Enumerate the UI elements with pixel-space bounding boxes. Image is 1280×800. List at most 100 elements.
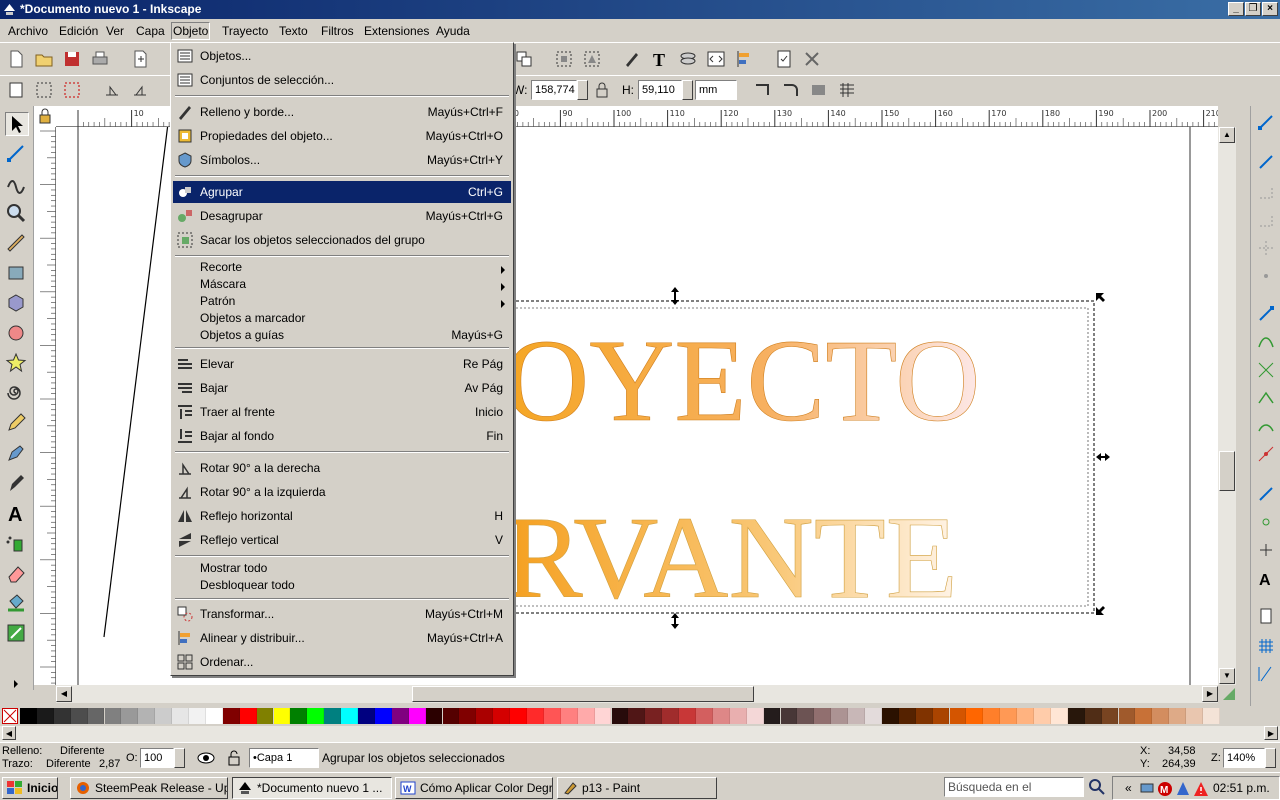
swatch-none[interactable] xyxy=(2,708,18,724)
menu-ver[interactable]: Ver xyxy=(104,23,126,39)
menu-item-objetos-marcador[interactable]: Objetos a marcador xyxy=(173,310,511,327)
color-swatch[interactable] xyxy=(594,708,612,724)
color-swatch[interactable] xyxy=(628,708,646,724)
color-swatch[interactable] xyxy=(391,708,409,724)
color-swatch[interactable] xyxy=(290,708,308,724)
zoom-spinner[interactable] xyxy=(1265,748,1276,768)
snap-nodes-icon[interactable] xyxy=(1256,304,1276,324)
color-swatch[interactable] xyxy=(476,708,494,724)
color-swatch[interactable] xyxy=(493,708,511,724)
move-gradients-icon[interactable] xyxy=(809,80,829,100)
menu-item-recorte[interactable]: Recorte xyxy=(173,259,511,276)
color-swatch[interactable] xyxy=(36,708,54,724)
node-tool[interactable] xyxy=(5,142,29,166)
snap-cusp-nodes-icon[interactable] xyxy=(1256,388,1276,408)
canvas-text-line1[interactable]: OYECTO xyxy=(504,315,981,447)
snap-paths-icon[interactable] xyxy=(1256,332,1276,352)
menu-item-objetos-guias[interactable]: Objetos a guías Mayús+G xyxy=(173,327,511,344)
menu-item-alinear-distribuir[interactable]: Alinear y distribuir... Mayús+Ctrl+A xyxy=(173,627,511,649)
color-swatch[interactable] xyxy=(442,708,460,724)
color-swatch[interactable] xyxy=(1067,708,1085,724)
color-swatch[interactable] xyxy=(1203,708,1220,724)
zoom-selection-icon[interactable] xyxy=(554,49,574,69)
menu-item-desbloquear-todo[interactable]: Desbloquear todo xyxy=(173,577,511,594)
print-icon[interactable] xyxy=(90,49,110,69)
color-swatch[interactable] xyxy=(374,708,392,724)
network-icon[interactable] xyxy=(1139,781,1155,797)
snap-line-midpoints-icon[interactable] xyxy=(1256,444,1276,464)
color-swatch[interactable] xyxy=(865,708,882,724)
opacity-spinner[interactable] xyxy=(174,748,185,768)
color-swatch[interactable] xyxy=(966,708,984,724)
star-tool[interactable] xyxy=(5,352,29,376)
menu-archivo[interactable]: Archivo xyxy=(6,23,50,39)
color-swatch[interactable] xyxy=(1152,708,1170,724)
color-swatch[interactable] xyxy=(104,708,122,724)
color-swatch[interactable] xyxy=(408,708,426,724)
menu-item-propiedades-objeto[interactable]: Propiedades del objeto... Mayús+Ctrl+O xyxy=(173,125,511,147)
menu-item-rotar-derecha[interactable]: Rotar 90° a la derecha xyxy=(173,457,511,479)
canvas-text-line2[interactable]: RVANTE xyxy=(504,492,958,624)
search-icon[interactable] xyxy=(1088,778,1106,796)
snap-page-border-icon[interactable] xyxy=(1256,606,1276,626)
color-swatch[interactable] xyxy=(527,708,544,724)
snap-object-centers-icon[interactable] xyxy=(1256,512,1276,532)
toolbox-expand-arrow[interactable] xyxy=(10,678,24,690)
color-swatch[interactable] xyxy=(1084,708,1102,724)
clock[interactable]: 02:51 p.m. xyxy=(1213,781,1270,795)
menu-item-transformar[interactable]: Transformar... Mayús+Ctrl+M xyxy=(173,603,511,625)
vertical-scroll-thumb[interactable] xyxy=(1219,451,1235,491)
color-swatch[interactable] xyxy=(239,708,257,724)
snap-bbox-edges-icon[interactable] xyxy=(1256,182,1276,202)
xml-editor-icon[interactable] xyxy=(706,49,726,69)
scroll-down-button[interactable]: ▼ xyxy=(1219,668,1235,684)
box3d-tool[interactable] xyxy=(5,292,29,316)
vertical-scrollbar[interactable]: ▲ ▼ xyxy=(1218,127,1236,685)
snap-bbox-icon[interactable] xyxy=(1256,152,1276,172)
snap-toggle-icon[interactable] xyxy=(1256,112,1276,132)
color-swatch[interactable] xyxy=(510,708,527,724)
menu-extensiones[interactable]: Extensiones xyxy=(362,23,431,39)
task-steempeak[interactable]: SteemPeak Release - Up... xyxy=(70,777,228,799)
menu-ayuda[interactable]: Ayuda xyxy=(434,23,472,39)
menu-edicion[interactable]: Edición xyxy=(57,23,100,39)
color-managed-icon[interactable] xyxy=(1222,687,1236,701)
snap-intersections-icon[interactable] xyxy=(1256,360,1276,380)
menu-item-rotar-izquierda[interactable]: Rotar 90° a la izquierda xyxy=(173,481,511,503)
color-swatch[interactable] xyxy=(1034,708,1051,724)
color-swatch[interactable] xyxy=(70,708,88,724)
color-swatch[interactable] xyxy=(932,708,950,724)
stroke-value[interactable]: Diferente xyxy=(46,758,91,771)
color-swatch[interactable] xyxy=(1118,708,1136,724)
select-all-layers-icon[interactable] xyxy=(34,80,54,100)
color-swatch[interactable] xyxy=(324,708,342,724)
stroke-width-value[interactable]: 2,87 xyxy=(99,758,120,771)
paint-bucket-tool[interactable] xyxy=(5,592,29,616)
zoom-tool[interactable] xyxy=(5,202,29,226)
tray-expand-icon[interactable]: « xyxy=(1125,781,1132,795)
color-swatch[interactable] xyxy=(746,708,764,724)
menu-item-desagrupar[interactable]: Desagrupar Mayús+Ctrl+G xyxy=(173,205,511,227)
task-word[interactable]: W Cómo Aplicar Color Degr... xyxy=(395,777,553,799)
color-swatch[interactable] xyxy=(797,708,815,724)
measure-tool[interactable] xyxy=(5,232,29,256)
opacity-input[interactable]: 100 xyxy=(140,748,174,768)
select-all-icon[interactable] xyxy=(6,80,26,100)
color-swatch[interactable] xyxy=(645,708,663,724)
color-swatch[interactable] xyxy=(696,708,713,724)
layer-lock-icon[interactable] xyxy=(226,749,242,767)
palette-scroll-left[interactable]: ◀ xyxy=(2,726,16,740)
width-input[interactable]: 158,774 xyxy=(531,80,577,100)
pencil-tool[interactable] xyxy=(5,412,29,436)
menu-capa[interactable]: Capa xyxy=(134,23,167,39)
color-swatch[interactable] xyxy=(87,708,105,724)
warning-icon[interactable] xyxy=(1193,781,1209,797)
menu-item-conjuntos-seleccion[interactable]: Conjuntos de selección... xyxy=(173,69,511,91)
color-swatch[interactable] xyxy=(898,708,916,724)
color-swatch[interactable] xyxy=(256,708,274,724)
palette-scroll-right[interactable]: ▶ xyxy=(1264,726,1278,740)
text-font-icon[interactable]: T xyxy=(650,49,670,69)
width-spinner[interactable] xyxy=(577,80,588,100)
color-swatch[interactable] xyxy=(121,708,139,724)
menu-texto[interactable]: Texto xyxy=(277,23,310,39)
